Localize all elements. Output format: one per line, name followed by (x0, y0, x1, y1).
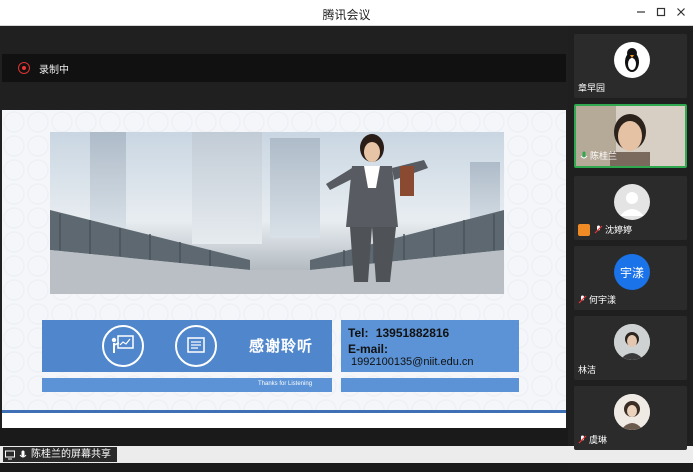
woman-figure (326, 134, 428, 282)
recording-bar: 录制中 (2, 54, 566, 82)
participant-name-text: 陈桂兰 (590, 151, 618, 161)
photo-avatar (614, 324, 650, 360)
participant-tile[interactable]: 宇漾 何宇漾 (574, 246, 687, 310)
contact-subbar (341, 378, 519, 392)
participant-name-text: 林洁 (578, 365, 597, 375)
photo-avatar (614, 394, 650, 430)
thanks-subtitle: Thanks for Listening (258, 381, 313, 387)
text-avatar-label: 宇漾 (619, 265, 644, 280)
close-icon[interactable] (672, 4, 690, 22)
title-bar: 腾讯会议 (0, 0, 693, 26)
microphone-icon (19, 450, 27, 457)
participant-name-text: 虞琳 (589, 435, 608, 445)
participant-name: 虞琳 (578, 433, 607, 446)
participant-tile[interactable]: 章早园 (574, 34, 687, 98)
screen-share-text: 陈桂兰的屏幕共享 (31, 449, 111, 460)
penguin-icon (614, 42, 650, 78)
microphone-active-icon (580, 151, 588, 158)
presentation-slide: 感谢聆听 Thanks for Listening Tel: 139518828… (2, 110, 566, 428)
recording-label: 录制中 (39, 65, 69, 76)
slide-footer-band (2, 410, 566, 428)
host-badge-icon (578, 223, 590, 236)
microphone-muted-icon (594, 225, 603, 234)
thanks-title: 感谢聆听 (249, 338, 314, 355)
contact-tel: Tel: 13951882816 (348, 326, 449, 340)
participant-tile-active[interactable]: 陈桂兰 (574, 104, 687, 168)
tel-label: Tel: (348, 326, 369, 340)
shared-screen-stage: 录制中 感谢聆听 Thanks for Listening Tel: 13951… (0, 26, 568, 472)
screen-share-icon (5, 450, 15, 459)
tel-number: 13951882816 (375, 326, 450, 340)
participant-name-text: 沈婷婷 (605, 225, 633, 235)
participant-tile[interactable]: 林洁 (574, 316, 687, 380)
microphone-muted-icon (578, 435, 587, 444)
participant-sidebar[interactable]: 章早园 陈桂兰 沈婷婷 宇漾 何宇漾 林洁 虞琳 (568, 26, 693, 450)
participant-name: 沈婷婷 (578, 223, 632, 236)
participant-tile[interactable]: 虞琳 (574, 386, 687, 450)
text-avatar: 宇漾 (614, 254, 650, 290)
note-icon (175, 325, 217, 367)
participant-name: 林洁 (578, 363, 596, 376)
participant-name: 陈桂兰 (580, 149, 617, 162)
email-label: E-mail: (348, 342, 389, 356)
microphone-muted-icon (578, 295, 587, 304)
slide-photo (50, 132, 504, 294)
minimize-icon[interactable] (632, 4, 650, 22)
participant-tile[interactable]: 沈婷婷 (574, 176, 687, 240)
participant-name: 章早园 (578, 81, 605, 94)
participant-name-text: 章早园 (578, 83, 606, 93)
window-title: 腾讯会议 (322, 8, 371, 22)
presentation-icon (102, 325, 144, 367)
default-user-icon (614, 184, 650, 220)
bridge-railing (50, 210, 504, 294)
maximize-icon[interactable] (652, 4, 670, 22)
participant-name-text: 何宇漾 (589, 295, 617, 305)
email-address: 1992100135@niit.edu.cn (351, 356, 474, 368)
recording-icon[interactable] (18, 62, 30, 74)
participant-name: 何宇漾 (578, 293, 616, 306)
screen-share-label[interactable]: 陈桂兰的屏幕共享 (3, 447, 117, 462)
